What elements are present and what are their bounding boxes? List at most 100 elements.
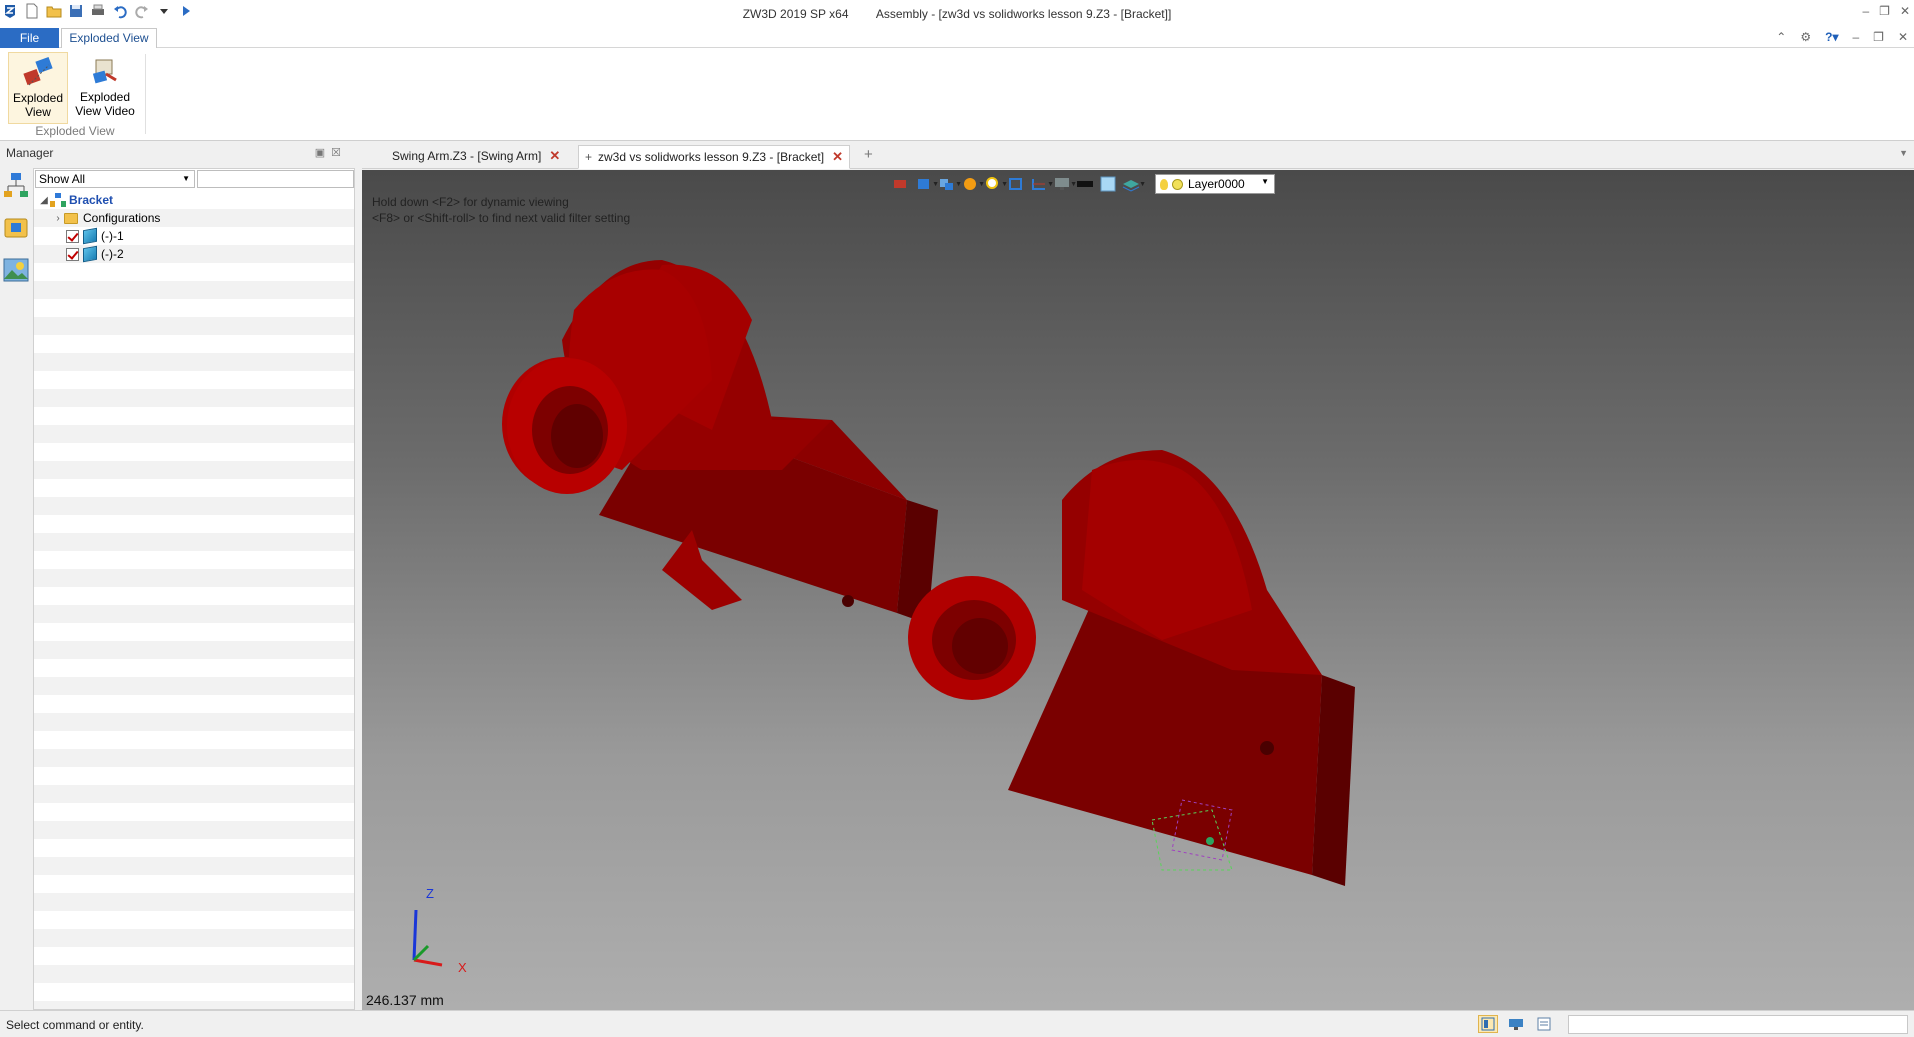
expand-toggle-icon[interactable]: ◢ xyxy=(38,195,50,206)
background-color-icon[interactable] xyxy=(1076,176,1094,192)
viewport-hint: Hold down <F2> for dynamic viewing <F8> … xyxy=(372,194,630,226)
exploded-view-video-button[interactable]: Exploded View Video xyxy=(72,52,138,124)
assembly-icon xyxy=(50,193,66,207)
visibility-checkbox[interactable] xyxy=(66,229,79,243)
axis-triad xyxy=(412,909,443,967)
collapse-toggle-icon[interactable]: › xyxy=(52,213,64,224)
hint-line-1: Hold down <F2> for dynamic viewing xyxy=(372,195,569,209)
command-list-icon[interactable] xyxy=(1534,1015,1554,1033)
filter-dropdown[interactable]: Show All ▼ xyxy=(35,170,195,188)
exploded-view-video-label-1: Exploded xyxy=(79,90,131,104)
section-view-icon[interactable]: ▼ xyxy=(1030,176,1054,192)
layer-dropdown[interactable]: Layer0000 ▼ xyxy=(1155,174,1275,194)
qat-dropdown-icon[interactable] xyxy=(156,3,172,19)
tree-rows: ◢ Bracket › Configurations (-)-1 (-)-2 xyxy=(34,191,354,1009)
folder-icon xyxy=(64,212,78,224)
close-tab-icon[interactable]: ✕ xyxy=(832,149,843,164)
save-icon[interactable] xyxy=(68,3,84,19)
zoom-icon[interactable]: ▼ xyxy=(984,176,1008,192)
exploded-view-video-icon xyxy=(88,54,122,88)
quick-access-toolbar xyxy=(2,3,194,19)
chevron-down-icon: ▼ xyxy=(1261,177,1269,186)
redo-icon[interactable] xyxy=(134,3,150,19)
tree-search-input[interactable] xyxy=(197,170,354,188)
close-panel-icon[interactable]: ☒ xyxy=(331,147,347,159)
tree-item-label: Bracket xyxy=(69,193,114,207)
new-file-icon[interactable] xyxy=(24,3,40,19)
tab-exploded-view[interactable]: Exploded View xyxy=(61,28,157,49)
collapse-ribbon-icon[interactable]: ⌃ xyxy=(1776,30,1786,44)
render-style-icon[interactable]: ▼ xyxy=(961,176,985,192)
zoom-fit-icon[interactable] xyxy=(1007,176,1025,192)
display-settings-icon[interactable] xyxy=(1506,1015,1526,1033)
doc-tab-swing-arm[interactable]: Swing Arm.Z3 - [Swing Arm] ✕ xyxy=(386,145,566,169)
chevron-down-icon: ▼ xyxy=(182,174,190,183)
layout-mode-icon[interactable] xyxy=(1478,1015,1498,1033)
axis-z-label: Z xyxy=(426,886,434,901)
part-library-tab-icon[interactable] xyxy=(2,213,30,243)
tab-list-menu-icon[interactable]: ▼ xyxy=(1899,148,1908,158)
color-swatch-icon[interactable] xyxy=(1099,176,1117,192)
model-scene xyxy=(412,260,1355,967)
command-input[interactable] xyxy=(1568,1015,1908,1034)
document-tab-bar: Swing Arm.Z3 - [Swing Arm] ✕ + zw3d vs sol… xyxy=(362,142,1914,169)
axis-x-label: X xyxy=(458,960,467,975)
manager-side-tabs xyxy=(0,165,32,1010)
bracket-part-2[interactable] xyxy=(908,450,1355,886)
record-icon[interactable] xyxy=(892,176,910,192)
visibility-checkbox[interactable] xyxy=(66,247,79,261)
assembly-tree: Show All ▼ ◢ Bracket › Configurations (-… xyxy=(33,168,355,1010)
status-message: Select command or entity. xyxy=(6,1018,144,1032)
open-folder-icon[interactable] xyxy=(46,3,62,19)
part-cube-icon xyxy=(83,227,97,245)
ribbon-tab-bar: File Exploded View ⌃ ⚙ ?▾ – ❐ ✕ xyxy=(0,28,1914,49)
ribbon-right-controls: ⌃ ⚙ ?▾ – ❐ ✕ xyxy=(1776,30,1908,44)
tree-item-bracket[interactable]: ◢ Bracket xyxy=(38,191,113,209)
3d-viewport[interactable]: Z X Hold down <F2> for dynamic viewing <… xyxy=(362,170,1914,1010)
part-cube-icon xyxy=(83,245,97,263)
layer-manager-icon[interactable]: ▼ xyxy=(1122,176,1146,192)
minimize-icon[interactable]: – xyxy=(1862,4,1869,18)
tree-filter-row: Show All ▼ xyxy=(34,169,356,189)
ribbon-group-separator xyxy=(145,54,146,134)
run-arrow-icon[interactable] xyxy=(178,3,194,19)
add-tab-icon[interactable]: + xyxy=(864,146,873,163)
pin-panel-icon[interactable]: ▣ xyxy=(315,147,331,159)
close-icon[interactable]: ✕ xyxy=(1900,4,1910,18)
doc-tab-label: zw3d vs solidworks lesson 9.Z3 - [Bracke… xyxy=(598,150,825,164)
hint-line-2: <F8> or <Shift-roll> to find next valid … xyxy=(372,211,631,225)
app-name: ZW3D 2019 SP x64 xyxy=(742,7,849,21)
display-mode-icon[interactable]: ▼ xyxy=(938,176,962,192)
exploded-view-icon xyxy=(21,55,55,89)
pin-tab-icon[interactable]: + xyxy=(585,150,592,164)
layer-dropdown-value: Layer0000 xyxy=(1188,177,1245,191)
tree-item-part-1[interactable]: (-)-1 xyxy=(66,227,124,245)
app-logo-icon[interactable] xyxy=(2,3,18,19)
print-icon[interactable] xyxy=(90,3,106,19)
assembly-tree-tab-icon[interactable] xyxy=(2,171,30,201)
doc-minimize-icon[interactable]: – xyxy=(1852,30,1859,44)
visual-styles-tab-icon[interactable] xyxy=(2,255,30,285)
close-tab-icon[interactable]: ✕ xyxy=(549,148,560,163)
restore-icon[interactable]: ❐ xyxy=(1879,4,1890,18)
exploded-view-video-label-2: View Video xyxy=(75,104,135,118)
monitor-view-icon[interactable]: ▼ xyxy=(1053,176,1077,192)
settings-gear-icon[interactable]: ⚙ xyxy=(1800,30,1811,44)
doc-close-icon[interactable]: ✕ xyxy=(1898,30,1908,44)
undo-icon[interactable] xyxy=(112,3,128,19)
document-title: Assembly - [zw3d vs solidworks lesson 9.… xyxy=(875,7,1172,21)
tree-item-configurations[interactable]: › Configurations xyxy=(52,209,160,227)
window-title: ZW3D 2019 SP x64 Assembly - [zw3d vs sol… xyxy=(0,7,1914,21)
doc-restore-icon[interactable]: ❐ xyxy=(1873,30,1884,44)
doc-tab-bracket[interactable]: + zw3d vs solidworks lesson 9.Z3 - [Brack… xyxy=(578,145,850,169)
view-cube-icon[interactable]: ▼ xyxy=(915,176,939,192)
tree-item-part-2[interactable]: (-)-2 xyxy=(66,245,124,263)
bracket-part-1[interactable] xyxy=(502,260,938,624)
doc-tab-label: Swing Arm.Z3 - [Swing Arm] xyxy=(392,149,542,163)
exploded-view-button[interactable]: Exploded View xyxy=(8,52,68,124)
manager-header: Manager ▣☒ xyxy=(0,142,357,164)
help-icon[interactable]: ?▾ xyxy=(1825,30,1838,44)
ribbon-panel: Exploded View Exploded View Video Explod… xyxy=(0,48,1914,141)
tree-item-label: (-)-1 xyxy=(101,229,124,243)
tab-file[interactable]: File xyxy=(0,28,59,48)
